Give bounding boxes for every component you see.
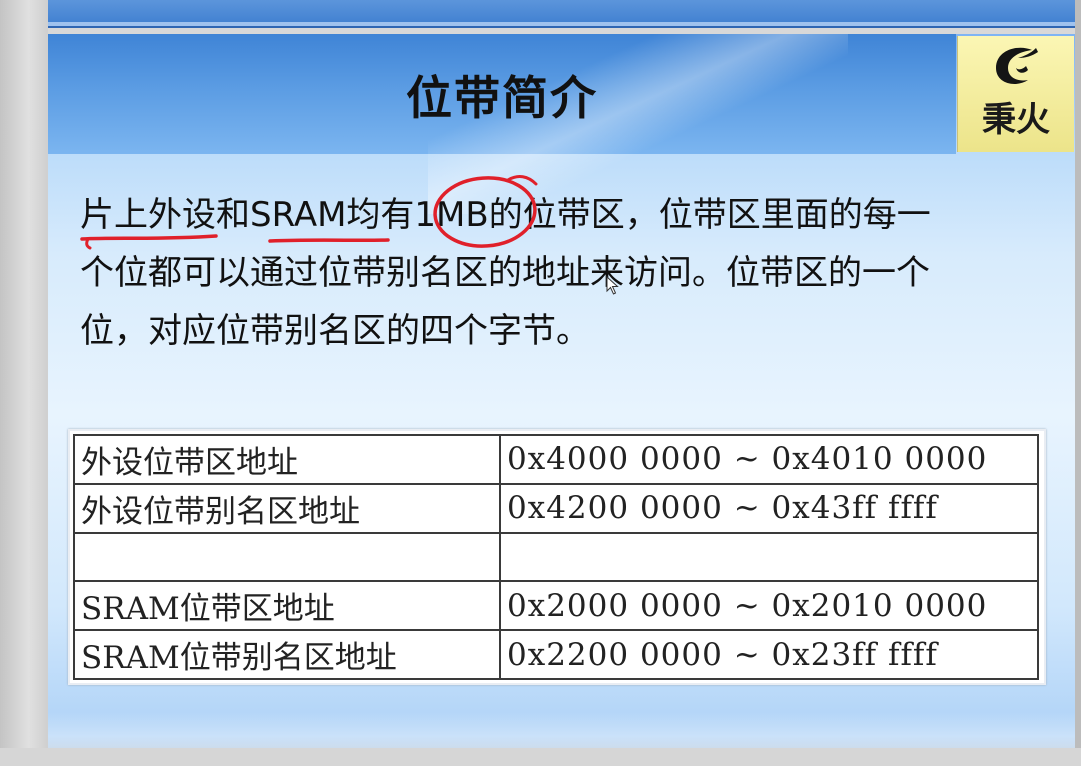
- row-label: [73, 531, 501, 583]
- row-label: SRAM位带别名区地址: [73, 629, 501, 680]
- row-range: 0x2000 0000 ~ 0x2010 0000: [499, 580, 1039, 632]
- table-row: 外设位带别名区地址 0x4200 0000 ~ 0x43ff ffff: [73, 482, 1039, 534]
- slide: 位带简介 秉火 片上外设和SRAM均有1MB的位带区，位带区里面的每一 个位都可…: [48, 34, 1075, 766]
- address-table-grid: 外设位带区地址 0x4000 0000 ~ 0x4010 0000 外设位带别名…: [73, 434, 1039, 680]
- bottom-strip: [0, 748, 1081, 766]
- slide-title: 位带简介: [406, 71, 598, 125]
- row-range: [499, 531, 1039, 583]
- row-label: SRAM位带区地址: [73, 580, 501, 632]
- row-range: 0x2200 0000 ~ 0x23ff ffff: [499, 629, 1039, 680]
- row-label: 外设位带区地址: [73, 434, 501, 485]
- row-label: 外设位带别名区地址: [73, 482, 501, 534]
- left-gutter: [0, 0, 48, 766]
- slide-body: 片上外设和SRAM均有1MB的位带区，位带区里面的每一 个位都可以通过位带别名区…: [80, 186, 1030, 360]
- mouse-cursor-icon: [606, 276, 619, 295]
- logo-text: 秉火: [982, 100, 1050, 140]
- brand-logo: 秉火: [957, 36, 1074, 152]
- table-row: 外设位带区地址 0x4000 0000 ~ 0x4010 0000: [73, 434, 1039, 485]
- body-line-3: 位，对应位带别名区的四个字节。: [80, 311, 590, 351]
- row-range: 0x4000 0000 ~ 0x4010 0000: [499, 434, 1039, 485]
- title-band: 位带简介: [48, 34, 956, 214]
- table-row-empty: [73, 531, 1039, 583]
- flame-logo-icon: [996, 47, 1038, 84]
- previous-slide-edge[interactable]: [48, 0, 1075, 28]
- body-line-2: 个位都可以通过位带别名区的地址来访问。位带区的一个: [80, 253, 930, 293]
- right-gutter: [1075, 0, 1081, 766]
- address-table: 外设位带区地址 0x4000 0000 ~ 0x4010 0000 外设位带别名…: [68, 429, 1046, 685]
- row-range: 0x4200 0000 ~ 0x43ff ffff: [499, 482, 1039, 534]
- body-line-1: 片上外设和SRAM均有1MB的位带区，位带区里面的每一: [80, 195, 931, 235]
- table-row: SRAM位带别名区地址 0x2200 0000 ~ 0x23ff ffff: [73, 629, 1039, 680]
- table-row: SRAM位带区地址 0x2000 0000 ~ 0x2010 0000: [73, 580, 1039, 632]
